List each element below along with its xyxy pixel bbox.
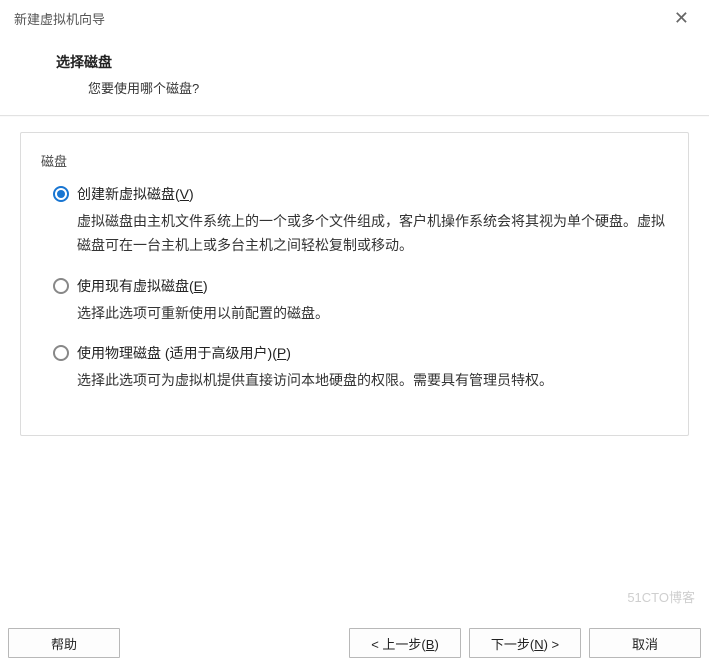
radio-group: 创建新虚拟磁盘(V) 虚拟磁盘由主机文件系统上的一个或多个文件组成，客户机操作系…	[41, 184, 668, 393]
radio-use-existing[interactable]: 使用现有虚拟磁盘(E)	[53, 276, 668, 296]
cancel-button[interactable]: 取消	[589, 628, 701, 658]
radio-create-new[interactable]: 创建新虚拟磁盘(V)	[53, 184, 668, 204]
radio-icon	[53, 345, 69, 361]
help-button[interactable]: 帮助	[8, 628, 120, 658]
header-section: 选择磁盘 您要使用哪个磁盘?	[0, 34, 709, 115]
radio-description: 选择此选项可重新使用以前配置的磁盘。	[77, 302, 668, 326]
page-subtitle: 您要使用哪个磁盘?	[88, 78, 669, 97]
radio-icon	[53, 186, 69, 202]
titlebar: 新建虚拟机向导 ✕	[0, 0, 709, 34]
radio-label: 使用物理磁盘 (适用于高级用户)(P)	[77, 343, 291, 363]
radio-option-create-new: 创建新虚拟磁盘(V) 虚拟磁盘由主机文件系统上的一个或多个文件组成，客户机操作系…	[53, 184, 668, 258]
radio-label: 使用现有虚拟磁盘(E)	[77, 276, 208, 296]
radio-description: 选择此选项可为虚拟机提供直接访问本地硬盘的权限。需要具有管理员特权。	[77, 369, 668, 393]
panel-title: 磁盘	[41, 151, 668, 170]
window-title: 新建虚拟机向导	[14, 9, 105, 28]
radio-icon	[53, 278, 69, 294]
radio-description: 虚拟磁盘由主机文件系统上的一个或多个文件组成，客户机操作系统会将其视为单个硬盘。…	[77, 210, 668, 258]
back-button[interactable]: < 上一步(B)	[349, 628, 461, 658]
footer-right: < 上一步(B) 下一步(N) > 取消	[349, 628, 701, 658]
radio-label: 创建新虚拟磁盘(V)	[77, 184, 194, 204]
content-area: 磁盘 创建新虚拟磁盘(V) 虚拟磁盘由主机文件系统上的一个或多个文件组成，客户机…	[0, 116, 709, 620]
close-icon[interactable]: ✕	[668, 7, 695, 29]
next-button[interactable]: 下一步(N) >	[469, 628, 581, 658]
radio-option-use-existing: 使用现有虚拟磁盘(E) 选择此选项可重新使用以前配置的磁盘。	[53, 276, 668, 326]
footer: 帮助 < 上一步(B) 下一步(N) > 取消	[0, 620, 709, 668]
disk-panel: 磁盘 创建新虚拟磁盘(V) 虚拟磁盘由主机文件系统上的一个或多个文件组成，客户机…	[20, 132, 689, 436]
radio-option-physical: 使用物理磁盘 (适用于高级用户)(P) 选择此选项可为虚拟机提供直接访问本地硬盘…	[53, 343, 668, 393]
page-title: 选择磁盘	[56, 52, 669, 72]
radio-physical[interactable]: 使用物理磁盘 (适用于高级用户)(P)	[53, 343, 668, 363]
